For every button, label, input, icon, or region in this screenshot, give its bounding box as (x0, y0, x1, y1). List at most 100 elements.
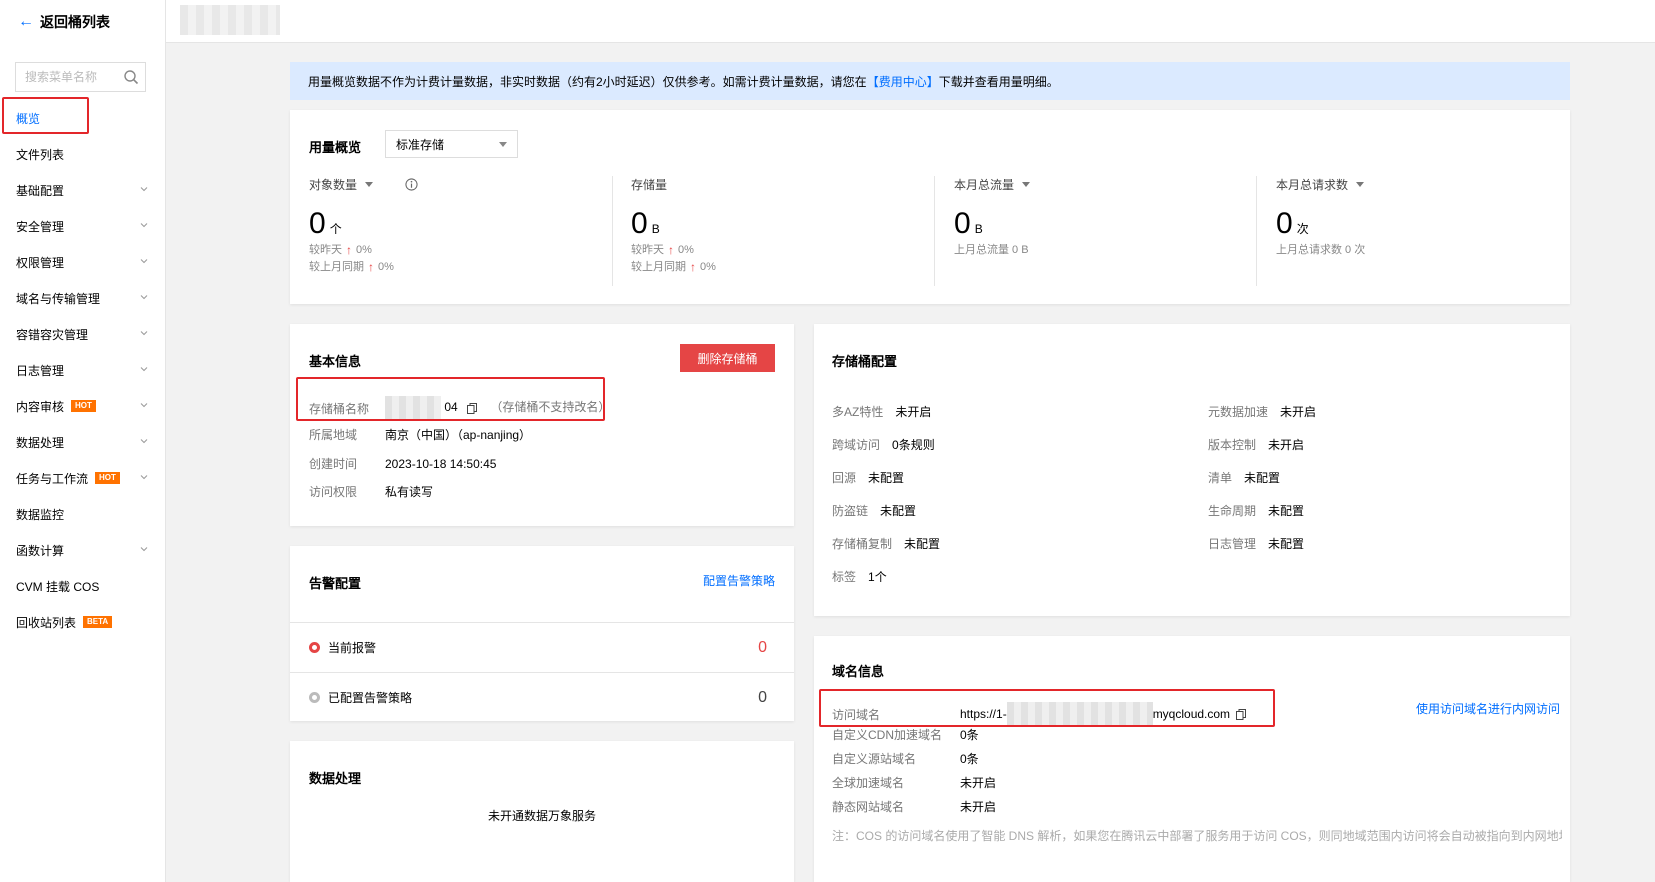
metric-label: 本月总请求数 (1276, 178, 1349, 192)
config-key: 日志管理 (1208, 537, 1257, 551)
config-row: 多AZ特性 未开启 (832, 403, 931, 420)
config-row: 清单 未配置 (1208, 469, 1280, 486)
copy-icon[interactable] (467, 402, 478, 414)
badge-beta: BETA (83, 616, 113, 628)
region-label: 所属地域 (309, 428, 358, 442)
sidebar-item[interactable]: 文件列表 (0, 136, 166, 172)
sidebar-item[interactable]: 任务与工作流 HOT (0, 460, 166, 496)
metric-label: 对象数量 (309, 178, 358, 192)
alarm-dot-icon (309, 642, 320, 653)
created-label: 创建时间 (309, 457, 358, 471)
sidebar-item[interactable]: 日志管理 (0, 352, 166, 388)
config-key: 标签 (832, 570, 857, 584)
configure-alarm-link[interactable]: 配置告警策略 (703, 572, 775, 589)
chevron-down-icon (140, 187, 148, 192)
created-value: 2023-10-18 14:50:45 (385, 456, 497, 471)
metric-monthly-traffic: 本月总流量 0B 上月总流量 0 B (954, 176, 1031, 286)
domain-value: 未开启 (960, 776, 997, 790)
chevron-down-icon (140, 403, 148, 408)
menu-search-input[interactable] (16, 63, 116, 91)
sidebar-nav: 概览文件列表基础配置安全管理权限管理域名与传输管理 容错容灾管理日志管理内容审核 H… (0, 100, 166, 640)
arrow-up-icon: ↑ (690, 260, 696, 274)
data-processing-card: 数据处理 未开通数据万象服务 (290, 741, 794, 882)
config-value[interactable]: 未配置 (880, 502, 916, 519)
sidebar-item[interactable]: 数据处理 (0, 424, 166, 460)
chevron-down-icon (140, 331, 148, 336)
sidebar-item-label: 文件列表 (16, 147, 65, 162)
copy-icon[interactable] (1236, 708, 1247, 720)
metric-label: 本月总流量 (954, 178, 1015, 192)
sidebar-item[interactable]: 函数计算 (0, 532, 166, 568)
sidebar-item-label: 安全管理 (16, 219, 65, 234)
storage-class-select[interactable]: 标准存储 (385, 130, 518, 158)
sidebar-item[interactable]: 安全管理 (0, 208, 166, 244)
chevron-down-icon (140, 475, 148, 480)
sidebar-item-label: 内容审核 (16, 399, 65, 414)
compare-label: 较上月同期 (309, 261, 364, 273)
dropdown-caret-icon[interactable] (1022, 182, 1031, 187)
config-key: 防盗链 (832, 504, 869, 518)
sidebar-item[interactable]: 容错容灾管理 (0, 316, 166, 352)
data-processing-title: 数据处理 (309, 771, 362, 786)
sidebar-item-label: 函数计算 (16, 543, 65, 558)
menu-search (15, 62, 146, 92)
config-value[interactable]: 未配置 (868, 469, 904, 486)
access-domain-redacted (1006, 702, 1153, 726)
sidebar-item[interactable]: 域名与传输管理 (0, 280, 166, 316)
bucket-name-redacted (180, 5, 280, 35)
sidebar-item-label: 回收站列表 (16, 615, 77, 630)
dropdown-caret-icon[interactable] (365, 182, 374, 187)
config-value[interactable]: 未配置 (1268, 502, 1304, 519)
sidebar-item-label: 权限管理 (16, 255, 65, 270)
notice-text-after: 下载并查看用量明细。 (938, 74, 1059, 89)
arrow-left-icon: ← (18, 13, 34, 30)
sidebar-item[interactable]: 数据监控 (0, 496, 166, 532)
configured-policy-row[interactable]: 已配置告警策略 0 (290, 672, 794, 722)
sidebar-item[interactable]: 基础配置 (0, 172, 166, 208)
sidebar-item[interactable]: CVM 挂载 COS (0, 568, 166, 604)
config-value[interactable]: 未开启 (1268, 436, 1304, 453)
divider (934, 176, 935, 286)
back-to-bucket-list[interactable]: ← 返回桶列表 (18, 12, 110, 32)
compare-label: 较上月同期 (631, 261, 686, 273)
metric-value: 0 (631, 207, 648, 240)
delete-bucket-button[interactable]: 删除存储桶 (680, 344, 775, 372)
divider (612, 176, 613, 286)
domain-footnote: 注：COS 的访问域名使用了智能 DNS 解析，如果您在腾讯云中部署了服务用于访… (832, 829, 1562, 843)
config-value[interactable]: 未配置 (904, 535, 940, 552)
sidebar-item[interactable]: 概览 (0, 100, 166, 136)
config-value[interactable]: 未开启 (895, 403, 931, 420)
domain-key: 自定义CDN加速域名 (832, 728, 942, 742)
config-key: 跨域访问 (832, 438, 881, 452)
config-row: 生命周期 未配置 (1208, 502, 1304, 519)
internal-access-link[interactable]: 使用访问域名进行内网访问 (1416, 700, 1560, 717)
dropdown-caret-icon[interactable] (1356, 182, 1365, 187)
notice-text: 用量概览数据不作为计费计量数据，非实时数据（约有2小时延迟）仅供参考。如需计费计… (308, 74, 867, 89)
domain-value: 未开启 (960, 800, 997, 814)
sidebar-item[interactable]: 内容审核 HOT (0, 388, 166, 424)
bucket-name-label: 存储桶名称 (309, 401, 370, 416)
domain-value: 0条 (960, 728, 979, 742)
current-alarm-count: 0 (758, 638, 767, 656)
compare-value: 0% (378, 261, 394, 273)
sidebar-item[interactable]: 回收站列表 BETA (0, 604, 166, 640)
config-value[interactable]: 未配置 (1244, 469, 1280, 486)
config-row: 回源 未配置 (832, 469, 904, 486)
current-alarm-row[interactable]: 当前报警 0 (290, 622, 794, 672)
compare-value: 0% (356, 244, 372, 256)
sidebar-item[interactable]: 权限管理 (0, 244, 166, 280)
chevron-down-icon (140, 547, 148, 552)
billing-center-link[interactable]: 【费用中心】 (867, 73, 939, 90)
config-value[interactable]: 0条规则 (892, 436, 935, 453)
config-row: 防盗链 未配置 (832, 502, 916, 519)
config-value[interactable]: 1个 (868, 568, 887, 585)
config-value[interactable]: 未开启 (1280, 403, 1316, 420)
metric-unit: 次 (1296, 222, 1309, 236)
config-key: 元数据加速 (1208, 405, 1269, 419)
config-value[interactable]: 未配置 (1268, 535, 1304, 552)
info-icon[interactable] (405, 178, 418, 191)
chevron-down-icon (140, 259, 148, 264)
search-icon[interactable] (123, 69, 139, 85)
config-row: 版本控制 未开启 (1208, 436, 1304, 453)
sidebar-item-label: 日志管理 (16, 363, 65, 378)
